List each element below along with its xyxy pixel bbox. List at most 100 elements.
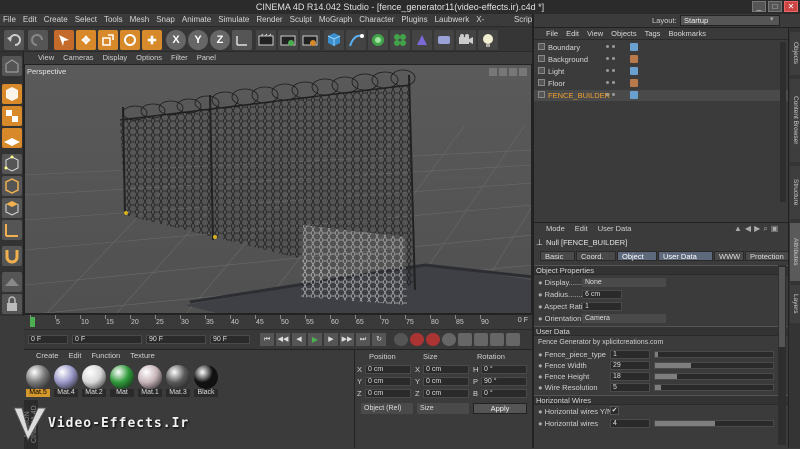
size-field[interactable]: 0 cm (423, 377, 469, 386)
visibility-dot-icon[interactable] (606, 93, 609, 96)
perspective-viewport[interactable]: Perspective (24, 64, 532, 314)
menu-item[interactable]: Select (75, 14, 97, 26)
material-swatch[interactable]: Black (194, 365, 218, 397)
menu-item[interactable]: Snap (156, 14, 175, 26)
object-row[interactable]: Floor (534, 78, 788, 89)
render-dot-icon[interactable] (612, 81, 615, 84)
tweak-mode-icon[interactable] (2, 272, 22, 292)
snap-icon[interactable] (2, 246, 22, 266)
menu-item[interactable]: Edit (23, 14, 37, 26)
arrow-up-icon[interactable]: ▲ (734, 224, 742, 234)
array-icon[interactable] (390, 30, 410, 50)
current-frame-field[interactable]: 0 F (72, 335, 142, 344)
lock-icon[interactable]: ▣ (771, 224, 779, 234)
live-select-icon[interactable] (54, 30, 74, 50)
user-data-section[interactable]: User Data (534, 326, 788, 336)
rotation-field[interactable]: 0 ° (481, 365, 527, 374)
render-pictureviewer-icon[interactable] (278, 30, 298, 50)
object-row[interactable]: Background (534, 54, 788, 65)
visibility-dot-icon[interactable] (606, 57, 609, 60)
z-axis-button[interactable]: Z (210, 30, 230, 50)
attribute-menu-item[interactable]: Mode (546, 224, 565, 234)
previous-frame-icon[interactable]: ◀ (292, 333, 306, 346)
play-icon[interactable]: ▶ (308, 333, 322, 346)
cube-icon[interactable] (324, 30, 344, 50)
go-to-end-icon[interactable]: ⏭ (356, 333, 370, 346)
menu-item[interactable]: X-Particles (476, 14, 507, 36)
next-frame-icon[interactable]: ▶ (324, 333, 338, 346)
visibility-dot-icon[interactable] (606, 81, 609, 84)
object-menu-item[interactable]: Bookmarks (668, 28, 706, 39)
menu-item[interactable]: Tools (104, 14, 123, 26)
user-param-slider[interactable] (654, 362, 774, 369)
visibility-dot-icon[interactable] (606, 69, 609, 72)
previous-key-icon[interactable]: ◀◀ (276, 333, 290, 346)
user-param-field[interactable]: 5 (610, 383, 650, 392)
object-row[interactable]: FENCE_BUILDER (534, 90, 788, 101)
position-field[interactable]: 0 cm (365, 377, 411, 386)
attribute-tab[interactable]: WWW (714, 251, 744, 261)
viewport-menu-item[interactable]: Filter (171, 52, 188, 64)
attribute-tab[interactable]: Basic (540, 251, 575, 261)
forward-icon[interactable]: ▶ (754, 224, 760, 234)
redo-icon[interactable] (28, 30, 48, 50)
side-tab[interactable]: Structure (790, 166, 800, 219)
y-axis-button[interactable]: Y (188, 30, 208, 50)
object-tag-icon[interactable] (630, 55, 638, 63)
next-key-icon[interactable]: ▶▶ (340, 333, 354, 346)
orientation-dropdown[interactable]: Camera (582, 314, 666, 323)
attribute-tab[interactable]: User Data (658, 251, 713, 261)
polygons-mode-icon[interactable] (2, 198, 22, 218)
side-tab[interactable]: Content Browser (790, 79, 800, 162)
aspect-ratio-field[interactable]: 1 (582, 302, 622, 311)
axis-mode-icon[interactable] (2, 220, 22, 240)
visibility-dot-icon[interactable] (606, 45, 609, 48)
add-icon[interactable]: ✚ (142, 30, 162, 50)
size-field[interactable]: 0 cm (423, 389, 469, 398)
menu-item[interactable]: MoGraph (319, 14, 352, 26)
rotation-field[interactable]: 0 ° (481, 389, 527, 398)
object-menu-item[interactable]: Objects (611, 28, 636, 39)
model-mode-icon[interactable] (2, 84, 22, 104)
points-mode-icon[interactable] (2, 154, 22, 174)
side-tab[interactable]: Objects (790, 32, 800, 75)
pen-spline-icon[interactable] (346, 30, 366, 50)
rotate-icon[interactable] (120, 30, 140, 50)
parameter-key-icon[interactable] (506, 333, 520, 346)
user-param-slider[interactable] (654, 384, 774, 391)
menu-item[interactable]: Sculpt (290, 14, 312, 26)
scale-icon[interactable] (98, 30, 118, 50)
rotation-key-icon[interactable] (490, 333, 504, 346)
end-frame-field[interactable]: 90 F (146, 335, 206, 344)
viewport-menu-item[interactable]: Cameras (63, 52, 93, 64)
playhead[interactable] (30, 317, 35, 327)
object-menu-item[interactable]: View (587, 28, 603, 39)
rotation-field[interactable]: 90 ° (481, 377, 527, 386)
subdivision-surface-icon[interactable] (368, 30, 388, 50)
position-field[interactable]: 0 cm (365, 365, 411, 374)
user-param-field[interactable]: 29 (610, 361, 650, 370)
end-frame-field-2[interactable]: 90 F (210, 335, 250, 344)
make-editable-icon[interactable] (2, 56, 22, 76)
zoom-icon[interactable] (499, 68, 507, 76)
go-to-start-icon[interactable]: ⏮ (260, 333, 274, 346)
menu-item[interactable]: Render (256, 14, 282, 26)
render-settings-icon[interactable] (300, 30, 320, 50)
render-dot-icon[interactable] (612, 69, 615, 72)
menu-item[interactable]: File (3, 14, 16, 26)
object-tag-icon[interactable] (630, 67, 638, 75)
light-icon[interactable] (478, 30, 498, 50)
material-swatch[interactable]: Mat.5 (26, 365, 50, 397)
orbit-icon[interactable] (509, 68, 517, 76)
scale-key-icon[interactable] (474, 333, 488, 346)
user-param-field[interactable]: 1 (610, 350, 650, 359)
material-swatch[interactable]: Mat.4 (54, 365, 78, 397)
radius-field[interactable]: 6 cm (582, 290, 622, 299)
attribute-tab[interactable]: Coord. (576, 251, 616, 261)
move-icon[interactable]: ✥ (76, 30, 96, 50)
back-icon[interactable]: ◀ (745, 224, 751, 234)
coord-mode-dropdown[interactable]: Object (Rel) (361, 403, 413, 414)
user-param-slider[interactable] (654, 351, 774, 358)
attribute-tab[interactable]: Object (617, 251, 657, 261)
side-tab[interactable]: Attributes (790, 223, 800, 281)
